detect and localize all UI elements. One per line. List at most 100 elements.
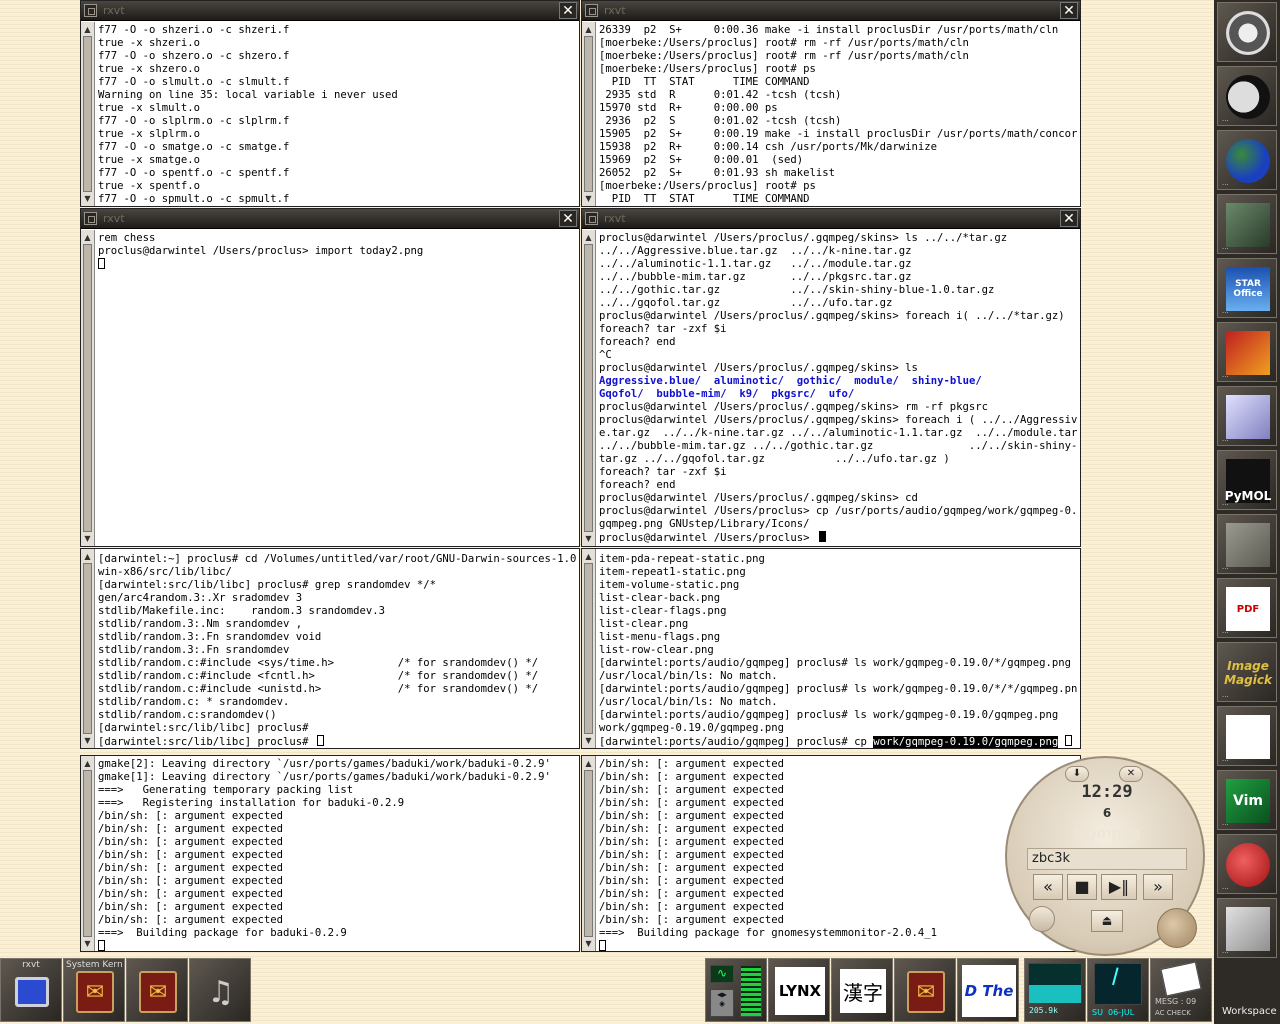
scroll-up-icon[interactable]: ▲ (82, 758, 93, 769)
scrollbar[interactable]: ▲ ▼ (81, 22, 95, 206)
title-bar[interactable]: rxvt ✕ (582, 209, 1080, 229)
gqmpeg-player[interactable]: ⬇ ✕ 12:29 6 GQmpeg zbc3k « ■ ▶‖ » ⏏ (1005, 756, 1205, 956)
mixer-buttons[interactable]: ◀▶ ◉ (710, 989, 734, 1017)
dock-tile[interactable]: ... (1217, 514, 1277, 574)
dock-tile[interactable]: ... (1217, 706, 1277, 766)
terminal-output[interactable]: proclus@darwintel /Users/proclus/.gqmpeg… (599, 232, 1078, 546)
terminal-output[interactable]: [darwintel:~] proclus# cd /Volumes/untit… (98, 553, 577, 748)
previous-button[interactable]: « (1033, 874, 1063, 900)
selected-text[interactable]: work/gqmpeg-0.19.0/gqmpeg.png (873, 736, 1059, 748)
workspace-label[interactable]: Workspace (1222, 1006, 1277, 1017)
play-pause-button[interactable]: ▶‖ (1101, 874, 1137, 900)
chinese-text-launcher[interactable]: 漢字 (831, 958, 893, 1022)
song-title[interactable]: zbc3k (1027, 848, 1187, 870)
mail-check-dockapp[interactable]: MESG : 09 AC CHECK (1150, 958, 1212, 1022)
scrollbar[interactable]: ▲ ▼ (81, 756, 95, 951)
scroll-thumb[interactable] (83, 563, 92, 734)
scroll-thumb[interactable] (83, 770, 92, 937)
scroll-thumb[interactable] (584, 244, 593, 532)
scroll-down-icon[interactable]: ▼ (82, 533, 93, 544)
lynx-launcher[interactable]: LYNX (768, 958, 830, 1022)
scroll-down-icon[interactable]: ▼ (583, 193, 594, 204)
scroll-up-icon[interactable]: ▲ (82, 551, 93, 562)
terminal-output[interactable]: item-pda-repeat-static.png item-repeat1-s… (599, 553, 1078, 748)
scroll-down-icon[interactable]: ▼ (583, 735, 594, 746)
dock-tile[interactable]: STAR Office... (1217, 258, 1277, 318)
rxvt-miniwindow[interactable]: rxvt (0, 958, 62, 1022)
minimize-icon[interactable] (585, 4, 598, 17)
close-icon[interactable]: ✕ (1060, 210, 1078, 227)
dock-tile[interactable]: Vim... (1217, 770, 1277, 830)
volume-knob[interactable] (1157, 908, 1197, 948)
scroll-down-icon[interactable]: ▼ (583, 533, 594, 544)
network-monitor-dockapp[interactable]: 205.9k (1024, 958, 1086, 1022)
dock-tile[interactable] (1217, 2, 1277, 62)
scrollbar[interactable]: ▲ ▼ (582, 756, 596, 951)
title-bar[interactable]: rxvt ✕ (81, 1, 579, 21)
dock-tile[interactable]: Image Magick... (1217, 642, 1277, 702)
clock-dockapp[interactable]: SU 06-JUL (1087, 958, 1149, 1022)
terminal-window-ps[interactable]: rxvt ✕ ▲ ▼ 26339 p2 S+ 0:00.36 make -i ins… (581, 0, 1081, 207)
terminal-output[interactable]: gmake[2]: Leaving directory `/usr/ports/… (98, 758, 577, 951)
next-button[interactable]: » (1143, 874, 1173, 900)
dock-tile[interactable]: ... (1217, 834, 1277, 894)
eject-button[interactable]: ⏏ (1091, 910, 1123, 932)
dock-tile[interactable]: PyMOL... (1217, 450, 1277, 510)
scroll-thumb[interactable] (83, 36, 92, 192)
scroll-thumb[interactable] (584, 563, 593, 734)
terminal-output[interactable]: rem chess proclus@darwintel /Users/proclu… (98, 232, 577, 546)
minimize-icon[interactable] (84, 4, 97, 17)
dock-tile[interactable]: ... (1217, 322, 1277, 382)
terminal-window-gqmpeg-skins[interactable]: rxvt ✕ ▲ ▼ proclus@darwintel /Users/proclu… (581, 208, 1081, 547)
scrollbar[interactable]: ▲ ▼ (582, 230, 596, 546)
scroll-up-icon[interactable]: ▲ (82, 24, 93, 35)
scroll-thumb[interactable] (584, 36, 593, 192)
scrollbar[interactable]: ▲ ▼ (81, 230, 95, 546)
scroll-thumb[interactable] (584, 770, 593, 937)
dock-tile[interactable]: PDF... (1217, 578, 1277, 638)
scroll-down-icon[interactable]: ▼ (82, 938, 93, 949)
terminal-window-libc-grep[interactable]: ▲ ▼ [darwintel:~] proclus# cd /Volumes/un… (80, 548, 580, 749)
dock-tile[interactable]: ... (1217, 130, 1277, 190)
dock-tile[interactable]: ... (1217, 194, 1277, 254)
minimize-icon[interactable] (84, 212, 97, 225)
dock-tile[interactable]: ... (1217, 898, 1277, 958)
balance-knob[interactable] (1029, 906, 1055, 932)
mail-miniwindow[interactable]: System Kernel Mail ✉ (63, 958, 125, 1022)
dock-tile[interactable]: ... (1217, 66, 1277, 126)
scroll-up-icon[interactable]: ▲ (583, 551, 594, 562)
scroll-up-icon[interactable]: ▲ (583, 24, 594, 35)
title-bar[interactable]: rxvt ✕ (582, 1, 1080, 21)
title-bar[interactable]: rxvt ✕ (81, 209, 579, 229)
close-icon[interactable]: ✕ (1060, 2, 1078, 19)
minimize-icon[interactable] (585, 212, 598, 225)
scrollbar[interactable]: ▲ ▼ (582, 22, 596, 206)
scroll-thumb[interactable] (83, 244, 92, 532)
close-icon[interactable]: ✕ (559, 2, 577, 19)
scroll-down-icon[interactable]: ▼ (82, 193, 93, 204)
scroll-up-icon[interactable]: ▲ (583, 758, 594, 769)
scroll-down-icon[interactable]: ▼ (82, 735, 93, 746)
dock-tile[interactable]: ... (1217, 386, 1277, 446)
mail-launcher[interactable]: ✉ (894, 958, 956, 1022)
terminal-window-gqmpeg-port[interactable]: ▲ ▼ item-pda-repeat-static.png item-repeat… (581, 548, 1081, 749)
system-monitor-dockapp[interactable]: ∿ ◀▶ ◉ (705, 958, 767, 1022)
scrollbar[interactable]: ▲ ▼ (81, 549, 95, 748)
check-button[interactable]: AC CHECK (1155, 1009, 1191, 1017)
scrollbar[interactable]: ▲ ▼ (582, 549, 596, 748)
mail-miniwindow-2[interactable]: ✉ (126, 958, 188, 1022)
close-button[interactable]: ✕ (1119, 766, 1143, 782)
scroll-up-icon[interactable]: ▲ (583, 232, 594, 243)
terminal-window-fortran[interactable]: rxvt ✕ ▲ ▼ f77 -O -o shzeri.o -c shzeri.f t… (80, 0, 580, 207)
audio-miniwindow[interactable]: ♫ (189, 958, 251, 1022)
terminal-output[interactable]: 26339 p2 S+ 0:00.36 make -i install proc… (599, 24, 1078, 206)
terminal-window-baduki[interactable]: ▲ ▼ gmake[2]: Leaving directory `/usr/por… (80, 755, 580, 952)
scroll-up-icon[interactable]: ▲ (82, 232, 93, 243)
stop-button[interactable]: ■ (1067, 874, 1097, 900)
terminal-window-import[interactable]: rxvt ✕ ▲ ▼ rem chess proclus@darwintel /Use… (80, 208, 580, 547)
close-icon[interactable]: ✕ (559, 210, 577, 227)
d-the-launcher[interactable]: D The (957, 958, 1019, 1022)
terminal-output[interactable]: f77 -O -o shzeri.o -c shzeri.f true -x sh… (98, 24, 577, 206)
minimize-button[interactable]: ⬇ (1065, 766, 1089, 782)
scroll-down-icon[interactable]: ▼ (583, 938, 594, 949)
